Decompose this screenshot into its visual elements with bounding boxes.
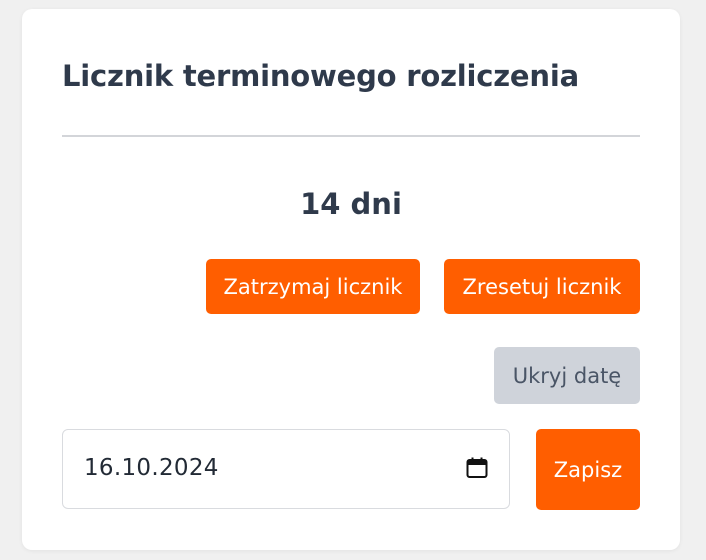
date-input[interactable]: 16.10.2024 xyxy=(62,429,510,509)
calendar-icon[interactable] xyxy=(465,456,489,480)
stop-counter-button[interactable]: Zatrzymaj licznik xyxy=(206,259,420,314)
settlement-counter-card: Licznik terminowego rozliczenia 14 dni Z… xyxy=(22,9,680,550)
reset-counter-button[interactable]: Zresetuj licznik xyxy=(444,259,640,314)
hide-date-button[interactable]: Ukryj datę xyxy=(494,347,640,404)
date-input-value: 16.10.2024 xyxy=(84,455,219,481)
counter-value: 14 dni xyxy=(300,187,402,221)
card-title: Licznik terminowego rozliczenia xyxy=(62,59,579,93)
save-button[interactable]: Zapisz xyxy=(536,429,640,510)
title-divider xyxy=(62,135,640,137)
